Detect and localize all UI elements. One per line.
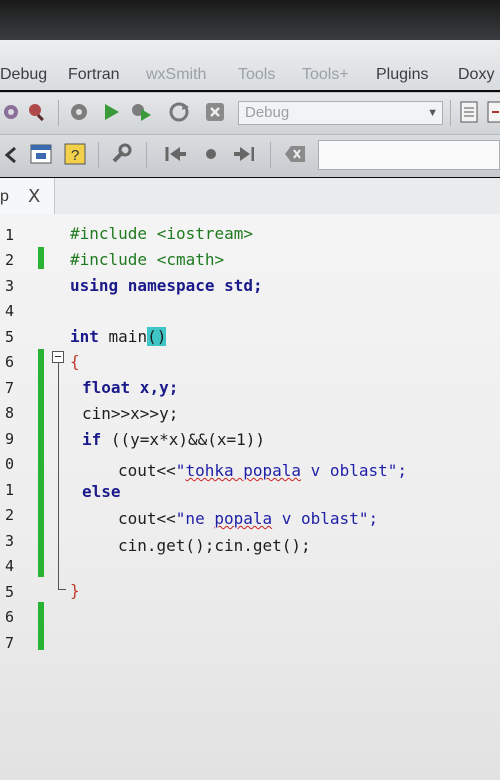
run-icon[interactable] — [100, 101, 122, 123]
menu-tools-plus[interactable]: Tools+ — [302, 66, 349, 84]
close-icon[interactable]: X — [28, 186, 40, 207]
step-back-icon[interactable] — [164, 143, 186, 165]
line-number: 7 — [4, 379, 14, 397]
menu-wxsmith[interactable]: wxSmith — [146, 66, 206, 84]
code-text: cout<< — [118, 461, 176, 480]
preprocessor-directive: #include <iostream> — [70, 224, 254, 243]
menu-doxy[interactable]: Doxy — [458, 66, 494, 84]
search-icon[interactable] — [26, 101, 48, 123]
keyword: float — [82, 378, 131, 397]
menu-debug[interactable]: Debug — [0, 66, 47, 84]
jump-icon[interactable] — [484, 101, 500, 123]
code-line-1: #include <iostream> — [70, 224, 253, 243]
code-line-13: cin.get();cin.get(); — [118, 536, 311, 555]
code-line-9: if ((y=x*x)&&(x=1)) — [82, 430, 265, 449]
line-number: 7 — [4, 634, 14, 652]
window-top-edge — [0, 0, 500, 40]
fold-line — [58, 363, 59, 589]
line-number: 4 — [4, 302, 14, 320]
line-number: 2 — [4, 506, 14, 524]
toolbar-separator — [450, 100, 451, 126]
spelling-error: tohka popala — [185, 461, 302, 480]
code-line-10: cout<<"tohka popala v oblast"; — [118, 461, 407, 480]
brace: { — [70, 352, 80, 371]
brace: } — [70, 581, 80, 600]
toolbar-separator — [146, 142, 147, 168]
line-number: 4 — [4, 557, 14, 575]
line-number: 8 — [4, 404, 14, 422]
build-gear-icon[interactable] — [68, 101, 90, 123]
line-number: 3 — [4, 532, 14, 550]
line-number: 0 — [4, 455, 14, 473]
rebuild-icon[interactable] — [168, 101, 190, 123]
document-icon[interactable] — [458, 101, 480, 123]
keyword: if — [82, 430, 102, 449]
code-text: std; — [214, 276, 263, 295]
code-line-3: using namespace std; — [70, 276, 263, 295]
line-number: 1 — [4, 226, 14, 244]
keyword: int — [70, 327, 99, 346]
search-input[interactable] — [318, 140, 500, 170]
keyword: using namespace — [70, 276, 215, 295]
svg-text:?: ? — [71, 147, 79, 164]
code-line-6: { — [70, 352, 80, 371]
string-literal: v oblast"; — [272, 509, 379, 528]
window-icon[interactable] — [30, 143, 52, 165]
prev-icon[interactable] — [0, 144, 22, 166]
line-number: 1 — [4, 481, 14, 499]
fold-toggle[interactable] — [52, 351, 64, 363]
breakpoint-icon[interactable] — [200, 143, 222, 165]
menu-plugins[interactable]: Plugins — [376, 66, 428, 84]
menu-fortran[interactable]: Fortran — [68, 66, 120, 84]
fold-end — [58, 589, 66, 590]
build-target-select[interactable]: Debug ▼ — [238, 101, 443, 125]
change-marker — [38, 602, 44, 650]
line-number: 6 — [4, 608, 14, 626]
toolbar-separator — [270, 142, 271, 168]
code-text: cin>>x>>y; — [82, 404, 179, 423]
code-text: cin.get();cin.get(); — [118, 536, 311, 555]
string-literal: "ne — [175, 509, 215, 528]
code-editor[interactable] — [0, 214, 500, 780]
help-icon[interactable]: ? — [64, 143, 86, 165]
keyword: else — [82, 482, 121, 501]
line-number: 5 — [4, 583, 14, 601]
code-line-15: } — [70, 581, 80, 600]
wrench-icon[interactable] — [110, 143, 132, 165]
toolbar-separator — [58, 100, 59, 126]
code-text: cout<< — [118, 509, 176, 528]
string-literal: " — [175, 461, 186, 480]
preprocessor-directive: #include <cmath> — [70, 250, 225, 269]
editor-tab-bar — [0, 178, 500, 215]
settings-icon[interactable] — [0, 101, 22, 123]
toolbar-separator — [98, 142, 99, 168]
abort-icon[interactable] — [204, 101, 226, 123]
clear-icon[interactable] — [284, 143, 306, 165]
code-text: ((y=x*x)&&(x=1)) — [101, 430, 266, 449]
line-number: 2 — [4, 251, 14, 269]
step-forward-icon[interactable] — [232, 143, 254, 165]
code-line-12: cout<<"ne popala v oblast"; — [118, 509, 378, 528]
change-marker — [38, 247, 44, 269]
code-line-7: float x,y; — [82, 378, 178, 397]
code-text: x,y; — [130, 378, 179, 397]
build-and-run-icon[interactable] — [130, 101, 152, 123]
line-number: 3 — [4, 277, 14, 295]
code-line-8: cin>>x>>y; — [82, 404, 178, 423]
menu-tools[interactable]: Tools — [238, 66, 275, 84]
change-marker — [38, 349, 44, 577]
line-number: 9 — [4, 430, 14, 448]
tab-label: p — [0, 188, 9, 205]
function-name: main — [98, 327, 148, 346]
line-number: 5 — [4, 328, 14, 346]
matched-brace: () — [147, 327, 167, 346]
chevron-down-icon: ▼ — [427, 107, 438, 119]
string-literal: v oblast"; — [301, 461, 407, 480]
code-line-11: else — [82, 482, 121, 501]
build-target-value: Debug — [245, 104, 290, 121]
code-line-5: int main() — [70, 327, 167, 346]
line-number: 6 — [4, 353, 14, 371]
spelling-error: popala — [214, 509, 273, 528]
code-line-2: #include <cmath> — [70, 250, 224, 269]
